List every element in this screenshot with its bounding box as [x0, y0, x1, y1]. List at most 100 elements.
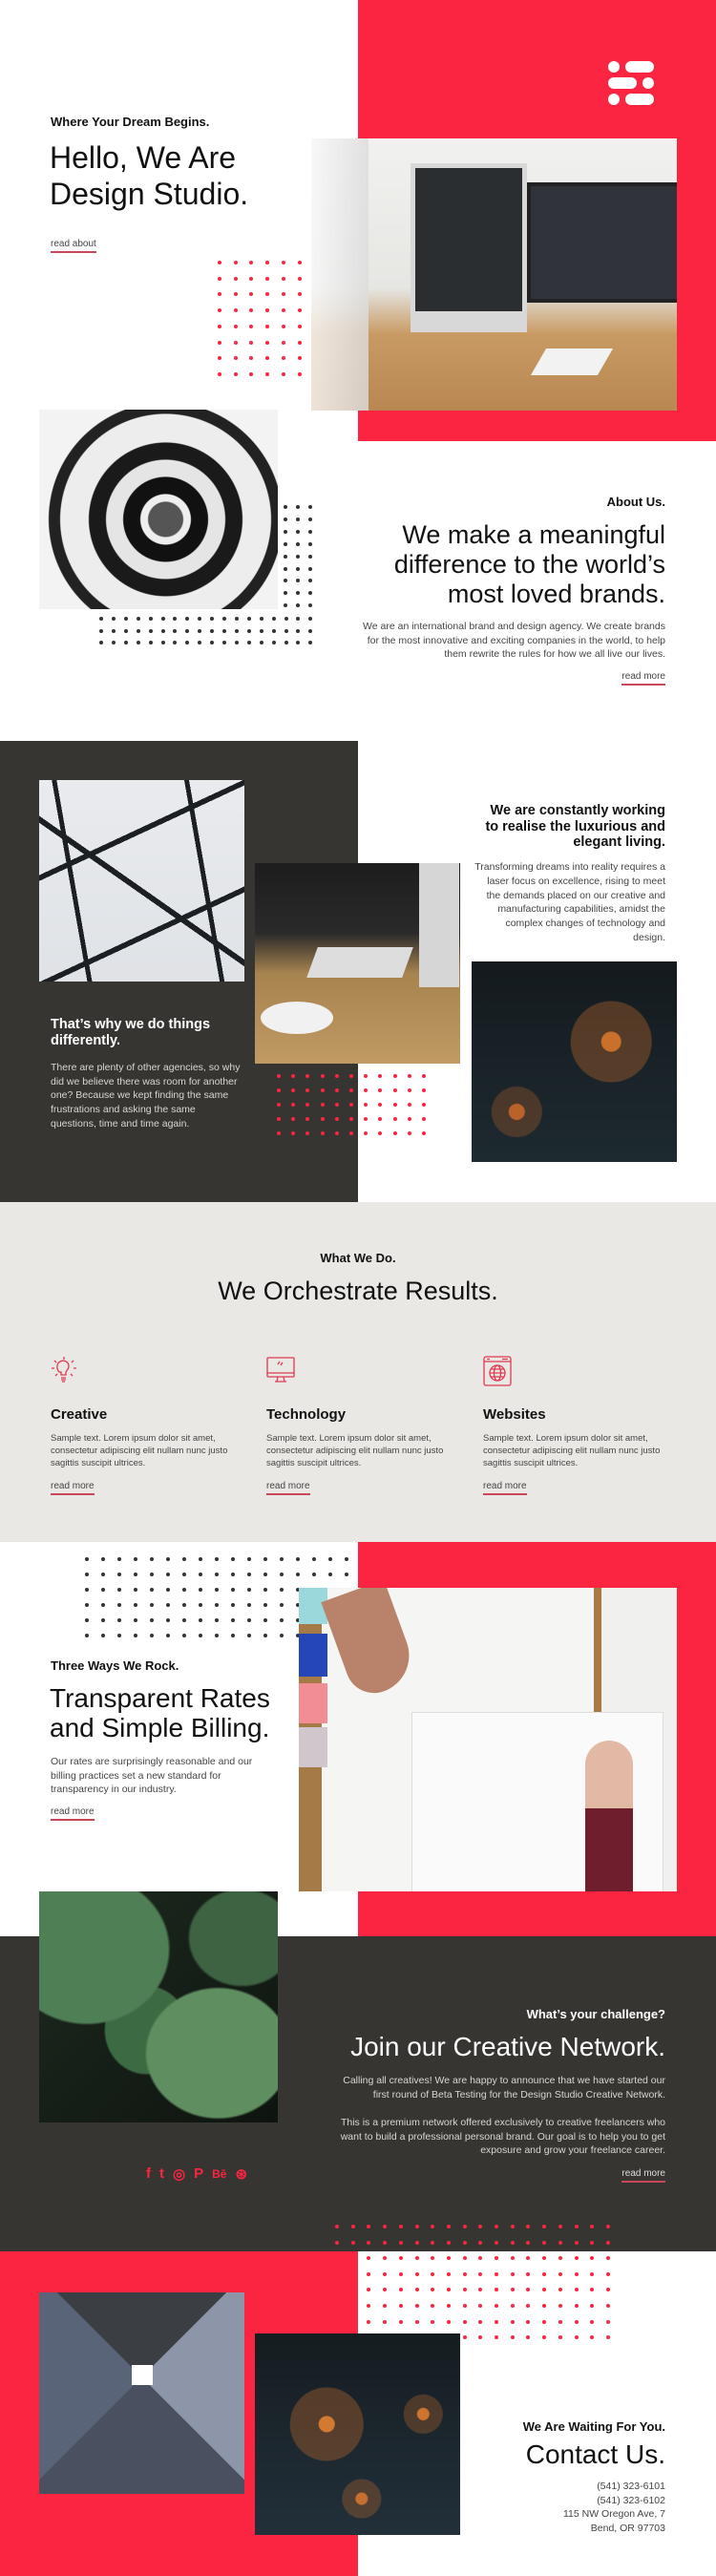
behance-icon[interactable]: Bē — [212, 2165, 226, 2183]
network-body-1: Calling all creatives! We are happy to a… — [343, 2075, 665, 2101]
hero-title: Hello, We Are Design Studio. — [50, 139, 248, 212]
dot — [364, 1074, 369, 1078]
dot — [383, 2319, 388, 2324]
pinterest-icon[interactable]: P — [194, 2165, 203, 2183]
dot — [265, 371, 270, 376]
dot — [364, 1131, 369, 1135]
dot — [308, 529, 312, 534]
dot — [574, 2256, 579, 2261]
dot — [296, 529, 300, 534]
dot — [414, 2271, 419, 2276]
dot — [210, 641, 215, 644]
dot — [308, 617, 313, 621]
dots-logo-icon[interactable] — [607, 60, 655, 106]
dot — [284, 591, 287, 596]
dot — [284, 628, 288, 633]
dot — [85, 1634, 89, 1637]
dot — [281, 356, 285, 361]
dot — [249, 308, 254, 313]
dot — [308, 541, 312, 546]
dot — [446, 2240, 451, 2245]
dot — [407, 1074, 411, 1078]
service-body: Sample text. Lorem ipsum dolor sit amet,… — [51, 1433, 228, 1468]
dot — [148, 628, 153, 633]
dot — [495, 2304, 498, 2308]
dot — [198, 617, 202, 621]
dot — [296, 541, 300, 546]
dot — [215, 1618, 219, 1622]
dot — [431, 2256, 435, 2261]
about-read-more-link[interactable]: read more — [621, 671, 665, 686]
read-about-link[interactable]: read about — [51, 239, 96, 253]
dot — [134, 1557, 137, 1561]
dot — [99, 628, 103, 633]
dot — [605, 2304, 610, 2308]
billing-read-more-link[interactable]: read more — [51, 1806, 95, 1821]
dot — [199, 1557, 202, 1561]
dot — [117, 1557, 121, 1561]
dot — [218, 324, 221, 328]
working-body: Transforming dreams into reality require… — [474, 861, 665, 943]
dot — [526, 2319, 531, 2324]
dot — [160, 628, 165, 633]
facebook-icon[interactable]: f — [146, 2165, 151, 2183]
dot — [284, 554, 287, 559]
dot — [308, 554, 312, 559]
dot — [495, 2319, 498, 2324]
dot — [349, 1103, 353, 1107]
dot — [173, 641, 178, 644]
dot — [446, 2319, 451, 2324]
network-kicker: What’s your challenge? — [526, 2007, 665, 2021]
hero-title-line: Hello, We Are — [50, 140, 237, 175]
dot — [378, 1088, 383, 1092]
dot — [350, 2319, 355, 2324]
dot — [231, 1618, 235, 1622]
dribbble-icon[interactable]: ⊛ — [235, 2165, 247, 2183]
dot — [558, 2225, 562, 2228]
dot — [510, 2256, 515, 2261]
network-read-more-link[interactable]: read more — [621, 2168, 665, 2183]
dot — [526, 2271, 531, 2276]
dot — [150, 1557, 154, 1561]
dot — [297, 308, 302, 313]
dot — [422, 1074, 426, 1078]
dot — [495, 2225, 498, 2228]
contact-phone[interactable]: (541) 323-6101 — [563, 2480, 665, 2494]
dot — [308, 628, 313, 633]
dot — [231, 1634, 235, 1637]
instagram-icon[interactable]: ◎ — [173, 2165, 185, 2183]
twitter-icon[interactable]: t — [159, 2165, 164, 2183]
dot — [478, 2319, 483, 2324]
dot — [218, 340, 221, 345]
dot — [99, 641, 103, 644]
service-read-more-link[interactable]: read more — [51, 1481, 95, 1495]
dot — [150, 1618, 154, 1622]
dot — [296, 554, 300, 559]
dot — [320, 1131, 325, 1135]
dot — [136, 628, 140, 633]
dot — [263, 1618, 267, 1622]
dot — [249, 261, 254, 264]
dot — [284, 603, 287, 608]
dot — [117, 1588, 121, 1592]
dot — [407, 1103, 411, 1107]
dot — [247, 1573, 251, 1576]
service-read-more-link[interactable]: read more — [483, 1481, 527, 1495]
mouse-desk-image — [255, 863, 460, 1064]
dot — [99, 617, 103, 621]
service-read-more-link[interactable]: read more — [266, 1481, 310, 1495]
dot — [215, 1573, 219, 1576]
dot — [446, 2271, 451, 2276]
dot — [414, 2304, 419, 2308]
dot — [150, 1634, 154, 1637]
contact-address: 115 NW Oregon Ave, 7 — [562, 2508, 665, 2521]
dot — [277, 1088, 281, 1092]
dot — [308, 566, 312, 571]
contact-phone[interactable]: (541) 323-6102 — [563, 2494, 665, 2508]
dot — [247, 1557, 251, 1561]
dot — [271, 628, 276, 633]
swatch-pink — [299, 1683, 327, 1723]
dot — [510, 2288, 515, 2292]
dot — [218, 371, 221, 376]
dot — [431, 2304, 435, 2308]
